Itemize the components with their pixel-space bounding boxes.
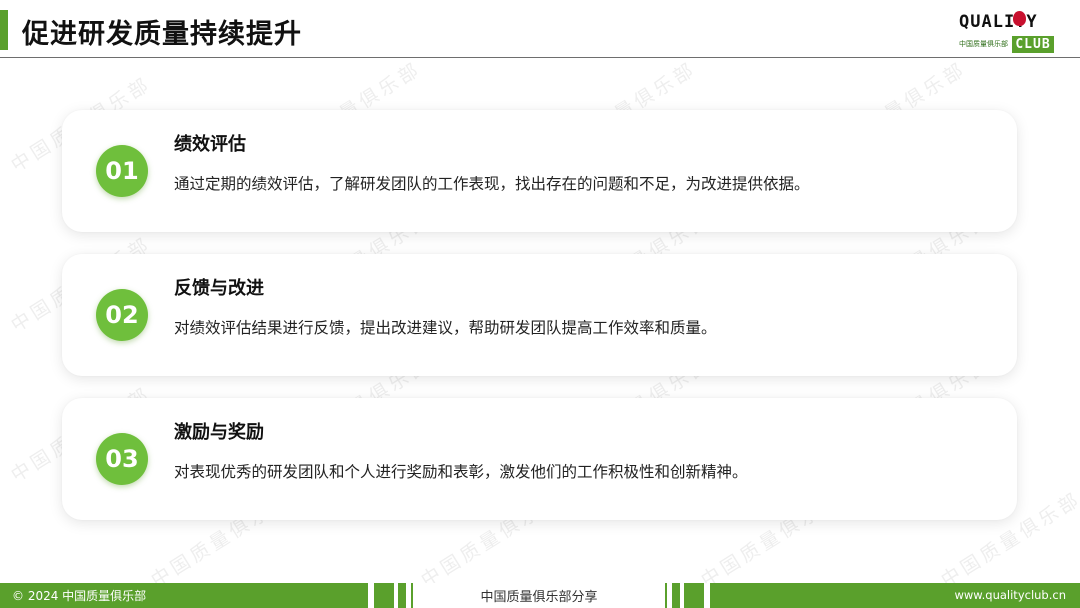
card-performance-review: 01 绩效评估 通过定期的绩效评估，了解研发团队的工作表现，找出存在的问题和不足…: [62, 110, 1017, 232]
card-title: 绩效评估: [174, 134, 246, 155]
card-description: 通过定期的绩效评估，了解研发团队的工作表现，找出存在的问题和不足，为改进提供依据…: [174, 175, 810, 193]
footer-bar: © 2024 中国质量俱乐部 中国质量俱乐部分享 www.qualityclub…: [0, 583, 1080, 608]
card-feedback-improvement: 02 反馈与改进 对绩效评估结果进行反馈，提出改进建议，帮助研发团队提高工作效率…: [62, 254, 1017, 376]
footer-segment: [672, 583, 680, 608]
logo-subtitle: 中国质量俱乐部: [959, 40, 1008, 48]
step-number-badge: 03: [96, 433, 148, 485]
step-number-badge: 01: [96, 145, 148, 197]
logo-club-badge: CLUB: [1012, 36, 1054, 53]
footer-copyright: © 2024 中国质量俱乐部: [12, 589, 147, 603]
header-divider: [0, 57, 1080, 58]
card-title: 激励与奖励: [174, 422, 264, 443]
card-title: 反馈与改进: [174, 278, 264, 299]
logo-brand-text: QUALITY: [959, 12, 1038, 32]
footer-center-box: 中国质量俱乐部分享: [411, 583, 667, 608]
footer-website-link[interactable]: www.qualityclub.cn: [954, 588, 1066, 602]
step-number-badge: 02: [96, 289, 148, 341]
footer-segment: [684, 583, 704, 608]
footer-segment: [374, 583, 394, 608]
quality-club-logo: QUALITY 中国质量俱乐部 CLUB: [955, 10, 1059, 56]
card-incentives-rewards: 03 激励与奖励 对表现优秀的研发团队和个人进行奖励和表彰，激发他们的工作积极性…: [62, 398, 1017, 520]
card-description: 对绩效评估结果进行反馈，提出改进建议，帮助研发团队提高工作效率和质量。: [174, 319, 717, 337]
card-description: 对表现优秀的研发团队和个人进行奖励和表彰，激发他们的工作积极性和创新精神。: [174, 463, 748, 481]
footer-center-label: 中国质量俱乐部分享: [480, 590, 598, 605]
title-accent-bar: [0, 10, 8, 50]
lightbulb-icon: [1013, 11, 1026, 26]
page-title: 促进研发质量持续提升: [22, 19, 302, 50]
footer-segment: [398, 583, 406, 608]
